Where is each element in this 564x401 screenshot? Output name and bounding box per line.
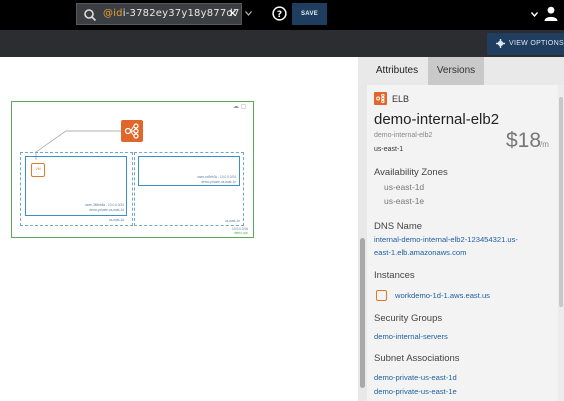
resource-subtitle: demo-internal-elb2 [374,132,433,139]
subnet1-az: us-east-1d [108,218,124,222]
panel-scrollbar-thumb[interactable] [559,97,563,307]
load-balancer-icon [124,123,139,139]
instance-icon [376,290,387,301]
price: $18 [506,129,542,152]
panel-tabs: Attributes Versions [358,57,564,85]
vm-instance-node[interactable]: VM [31,163,45,177]
dns-name-line2[interactable]: east-1.elb.amazonaws.com [374,248,466,257]
elb-icon [374,92,387,105]
dns-name-line1[interactable]: internal-demo-internal-elb2-123454321.us… [374,235,518,244]
subnet2-name: demo-private-us-east-1e [201,180,236,184]
security-groups-heading: Security Groups [374,313,443,324]
price-unit: /m [540,140,549,149]
panel-scrollbar[interactable] [558,85,564,401]
subnet1-name: demo-private-us-east-1d [89,208,124,212]
cloud-icon: ☁ ▢ [233,104,247,110]
az-label: us-east-1e [224,219,240,223]
vpc-name: demo-vpc [234,231,248,235]
tab-versions[interactable]: Versions [428,57,484,85]
resource-type: ELB [392,94,410,104]
attributes-panel: Attributes Versions ELB demo-internal-el… [358,57,564,401]
subnet2-label: usee-ec9eb3c - 10.0.0.0/24 [197,175,236,179]
canvas-scrollbar[interactable] [358,85,367,401]
load-balancer-node[interactable] [121,120,143,142]
availability-zones-heading: Availability Zones [374,167,448,178]
canvas-scrollbar-thumb[interactable] [360,238,365,388]
subnet-link[interactable]: demo-private-us-east-1d [374,373,457,382]
user-avatar-icon[interactable] [544,6,558,21]
security-group-link[interactable]: demo-internal-servers [374,332,448,341]
view-options-label: VIEW OPTIONS [509,40,564,47]
subnet-associations-heading: Subnet Associations [374,353,460,364]
resource-title: demo-internal-elb2 [374,111,500,128]
availability-zone-item: us-east-1d [384,182,425,192]
instances-heading: Instances [374,270,415,281]
user-menu-chevron-icon[interactable] [531,12,538,17]
subnet1-label: usee-3Mieb8a - 10.0.0.0/24 [85,203,124,207]
instance-link[interactable]: workdemo-1d-1.aws.east.us [395,291,490,300]
gear-icon [496,39,505,48]
vm-label: VM [35,167,41,171]
resource-region: us-east-1 [374,146,404,153]
view-options-button[interactable]: VIEW OPTIONS [487,33,564,55]
dns-heading: DNS Name [374,221,423,232]
subnet-link[interactable]: demo-private-us-east-1e [374,387,457,396]
availability-zone-item: us-east-1e [384,196,425,206]
tab-attributes[interactable]: Attributes [367,57,427,85]
